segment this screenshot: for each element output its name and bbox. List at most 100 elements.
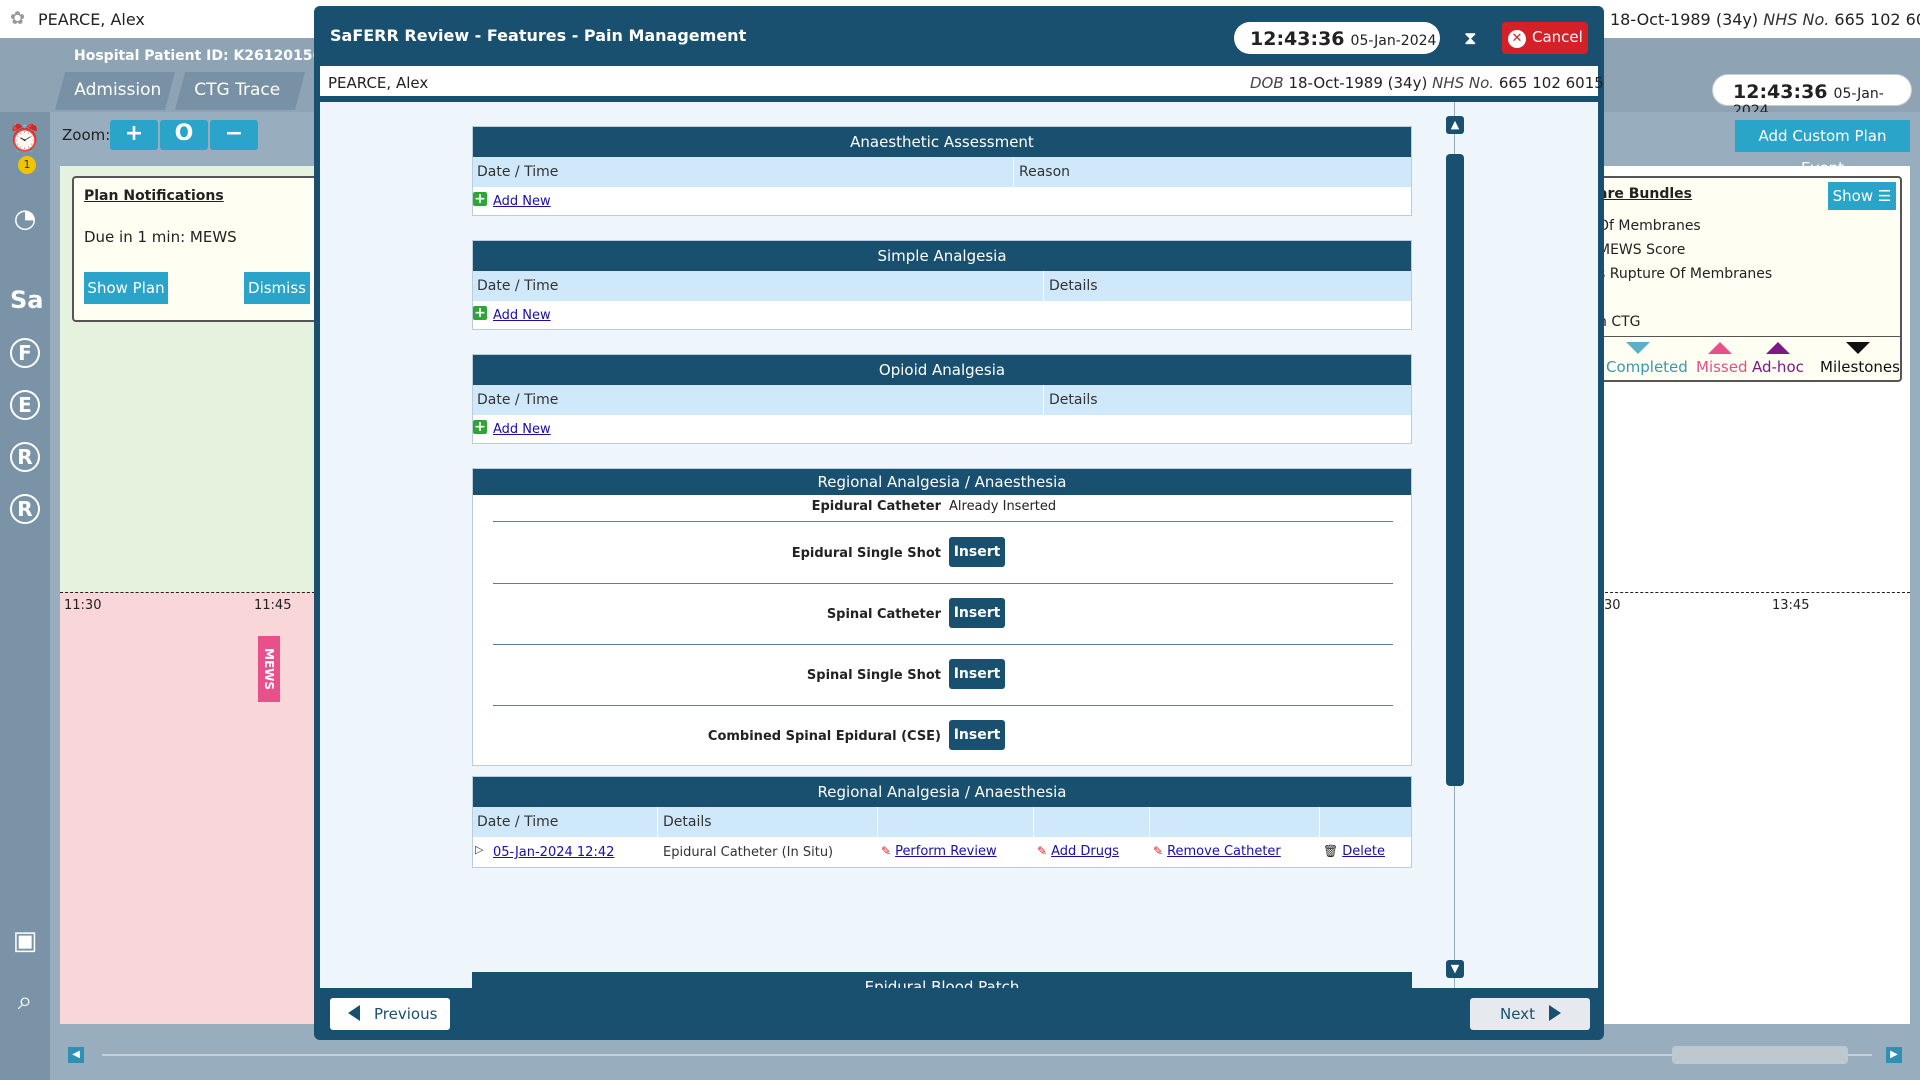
epidural-single-shot-label: Epidural Single Shot: [791, 546, 941, 561]
add-new-link[interactable]: Add New: [493, 308, 551, 323]
section-header: Simple Analgesia: [473, 241, 1411, 271]
dashboard-gauge-icon[interactable]: ◔: [8, 202, 42, 236]
alarm-clock-icon[interactable]: ⏰: [8, 122, 42, 156]
insert-cse-button[interactable]: Insert: [949, 720, 1005, 750]
add-new-link[interactable]: Add New: [493, 422, 551, 437]
completed-marker-icon: [1626, 342, 1650, 354]
dialog-body: Anaesthetic Assessment Date / Time Reaso…: [320, 102, 1598, 988]
dialog-patient-bar: PEARCE, Alex DOB 18-Oct-1989 (34y) NHS N…: [320, 66, 1604, 98]
remove-catheter-link[interactable]: Remove Catheter: [1167, 844, 1281, 859]
expand-row-icon[interactable]: ▷: [475, 843, 483, 856]
legend-adhoc: Ad-hoc: [1752, 358, 1804, 376]
regional-analgesia-records-section: Regional Analgesia / Anaesthesia Date / …: [472, 776, 1412, 868]
section-header: Opioid Analgesia: [473, 355, 1411, 385]
section-header: Epidural Blood Patch: [472, 972, 1412, 988]
cse-label: Combined Spinal Epidural (CSE): [707, 729, 941, 744]
perform-review-link[interactable]: Perform Review: [895, 844, 997, 859]
row-divider: [493, 705, 1393, 706]
bundle-item[interactable]: s Rupture Of Membranes: [1598, 266, 1772, 282]
presentation-icon[interactable]: ▣: [8, 924, 42, 958]
add-plus-icon[interactable]: +: [473, 192, 487, 206]
scroll-left-icon[interactable]: ◀: [68, 1047, 84, 1063]
show-plan-button[interactable]: Show Plan: [84, 272, 168, 304]
rail-sa[interactable]: Sa: [10, 286, 43, 314]
plan-notifications-title: Plan Notifications: [84, 188, 224, 204]
next-button[interactable]: Next: [1470, 998, 1590, 1030]
cancel-button[interactable]: ✕ Cancel: [1502, 22, 1588, 54]
add-plus-icon[interactable]: +: [473, 420, 487, 434]
rail-f[interactable]: F: [10, 338, 40, 368]
arrow-right-icon: [1548, 1005, 1561, 1021]
zoom-reset-button[interactable]: O: [160, 120, 208, 150]
dialog-scroll-thumb[interactable]: [1446, 154, 1464, 786]
column-separator: [877, 807, 878, 837]
rail-e[interactable]: E: [10, 390, 40, 420]
add-custom-plan-event-button[interactable]: Add Custom Plan Event: [1735, 120, 1910, 177]
pencil-icon: ✎: [881, 844, 892, 858]
mews-event-marker[interactable]: MEWS: [258, 636, 280, 702]
plan-notifications-panel: Plan Notifications Due in 1 min: MEWS Sh…: [72, 176, 322, 322]
row-divider: [493, 583, 1393, 584]
insert-spinal-catheter-button[interactable]: Insert: [949, 598, 1005, 628]
add-plus-icon[interactable]: +: [473, 306, 487, 320]
app-clock-time: 12:43:36: [1733, 81, 1828, 103]
opioid-analgesia-section: Opioid Analgesia Date / Time Details + A…: [472, 354, 1412, 444]
column-separator: [1013, 157, 1014, 187]
bundle-item[interactable]: MEWS Score: [1598, 242, 1685, 258]
insert-epidural-single-shot-button[interactable]: Insert: [949, 537, 1005, 567]
trash-icon: 🗑: [1323, 844, 1339, 858]
horizontal-scrollbar[interactable]: ◀ ▶: [60, 1040, 1910, 1070]
scroll-up-icon[interactable]: ▲: [1446, 116, 1464, 134]
col-date-time: Date / Time: [477, 164, 559, 180]
app-clock: 12:43:36 05-Jan-2024: [1712, 74, 1912, 119]
timeline-tick-right-1: 30: [1604, 598, 1621, 613]
zoom-out-button[interactable]: −: [210, 120, 258, 150]
scroll-down-icon[interactable]: ▼: [1446, 960, 1464, 978]
saferr-review-dialog: SaFERR Review - Features - Pain Manageme…: [314, 6, 1604, 1040]
add-new-link[interactable]: Add New: [493, 194, 551, 209]
column-headers: Date / Time Details: [473, 271, 1411, 301]
remove-catheter-action[interactable]: ✎ Remove Catheter: [1153, 843, 1281, 859]
record-details: Epidural Catheter (In Situ): [663, 845, 834, 860]
add-drugs-action[interactable]: ✎ Add Drugs: [1037, 843, 1119, 859]
delete-link[interactable]: Delete: [1342, 844, 1385, 859]
bundle-item[interactable]: Of Membranes: [1598, 218, 1701, 234]
column-separator: [657, 807, 658, 837]
timeline-tick-1145: 11:45: [254, 598, 292, 613]
filter-icon[interactable]: ⧗: [1464, 28, 1477, 49]
dialog-nhs-value: 665 102 6015: [1498, 74, 1604, 92]
timeline-tick-1130: 11:30: [64, 598, 102, 613]
search-icon[interactable]: ⌕: [8, 984, 42, 1018]
perform-review-action[interactable]: ✎ Perform Review: [881, 843, 997, 859]
record-date-link[interactable]: 05-Jan-2024 12:42: [493, 845, 614, 860]
nhs-value: 665 102 6015: [1834, 10, 1920, 29]
zoom-in-button[interactable]: +: [110, 120, 158, 150]
pencil-icon: ✎: [1153, 844, 1164, 858]
settings-flower-icon[interactable]: ✿: [10, 10, 30, 30]
show-bundles-button[interactable]: Show ☰: [1828, 182, 1896, 210]
tab-ctg-trace[interactable]: CTG Trace: [174, 72, 306, 110]
notification-count-badge: 1: [18, 156, 36, 174]
column-separator: [1319, 807, 1320, 837]
section-header: Anaesthetic Assessment: [473, 127, 1411, 157]
epidural-catheter-label: Epidural Catheter: [811, 499, 941, 514]
table-row: ▷ 05-Jan-2024 12:42 Epidural Catheter (I…: [473, 837, 1411, 867]
delete-action[interactable]: 🗑 Delete: [1323, 843, 1385, 859]
rail-r2[interactable]: R: [10, 494, 40, 524]
next-label: Next: [1500, 1005, 1535, 1023]
bundle-item[interactable]: n CTG: [1598, 314, 1641, 330]
tab-admission[interactable]: Admission: [54, 72, 176, 110]
insert-spinal-single-shot-button[interactable]: Insert: [949, 659, 1005, 689]
previous-button[interactable]: Previous: [330, 998, 450, 1030]
dismiss-button[interactable]: Dismiss: [244, 272, 310, 304]
scroll-thumb[interactable]: [1672, 1046, 1848, 1064]
patient-name: PEARCE, Alex: [38, 10, 145, 29]
rail-r1[interactable]: R: [10, 442, 40, 472]
col-date-time: Date / Time: [477, 392, 559, 408]
tab-ctg-trace-label: CTG Trace: [194, 80, 281, 100]
col-details: Details: [1049, 278, 1098, 294]
add-drugs-link[interactable]: Add Drugs: [1051, 844, 1119, 859]
previous-label: Previous: [374, 1005, 438, 1023]
scroll-right-icon[interactable]: ▶: [1886, 1047, 1902, 1063]
scroll-track[interactable]: [102, 1054, 1872, 1056]
